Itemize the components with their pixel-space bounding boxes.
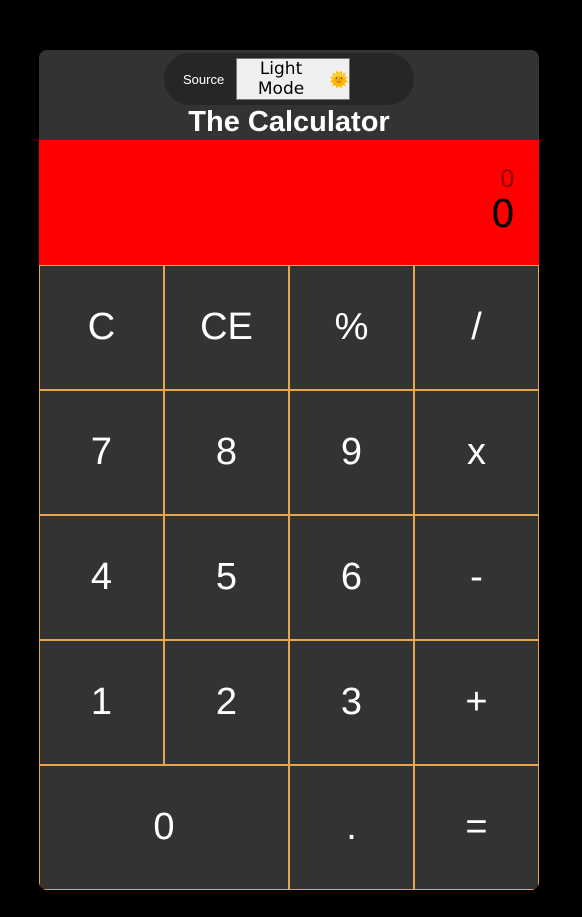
digit-8-button[interactable]: 8	[164, 390, 289, 515]
subtract-button[interactable]: -	[414, 515, 539, 640]
digit-3-button[interactable]: 3	[289, 640, 414, 765]
clear-entry-button[interactable]: CE	[164, 265, 289, 390]
mode-button-label: Light Mode	[257, 59, 305, 99]
digit-1-button[interactable]: 1	[39, 640, 164, 765]
decimal-button[interactable]: .	[289, 765, 414, 890]
divide-button[interactable]: /	[414, 265, 539, 390]
digit-7-button[interactable]: 7	[39, 390, 164, 515]
light-mode-toggle-button[interactable]: Light Mode 🌞	[236, 58, 350, 100]
add-button[interactable]: +	[414, 640, 539, 765]
calculator-display: 0 0	[39, 140, 539, 265]
digit-0-button[interactable]: 0	[39, 765, 289, 890]
digit-2-button[interactable]: 2	[164, 640, 289, 765]
top-bar: Source Light Mode 🌞	[164, 53, 414, 105]
digit-6-button[interactable]: 6	[289, 515, 414, 640]
previous-operand: 0	[499, 165, 515, 193]
digit-5-button[interactable]: 5	[164, 515, 289, 640]
multiply-button[interactable]: x	[414, 390, 539, 515]
calculator: Source Light Mode 🌞 The Calculator 0 0 C…	[39, 50, 539, 890]
page-title: The Calculator	[188, 106, 390, 138]
current-operand: 0	[490, 192, 515, 236]
percent-button[interactable]: %	[289, 265, 414, 390]
digit-4-button[interactable]: 4	[39, 515, 164, 640]
equals-button[interactable]: =	[414, 765, 539, 890]
clear-button[interactable]: C	[39, 265, 164, 390]
source-link[interactable]: Source	[183, 72, 224, 87]
sun-icon: 🌞	[329, 69, 349, 89]
digit-9-button[interactable]: 9	[289, 390, 414, 515]
keypad: C CE%/ 7 8 9 x 4 5 6- 1 2 3 +0. =	[39, 265, 539, 890]
